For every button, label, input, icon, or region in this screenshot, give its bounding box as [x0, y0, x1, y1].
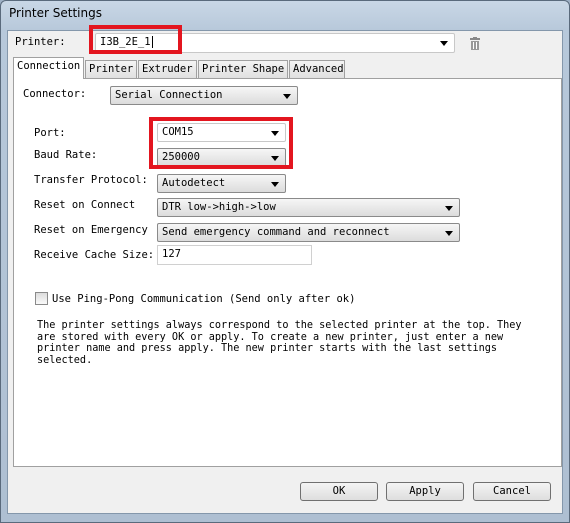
cancel-button[interactable]: Cancel — [473, 482, 551, 501]
tab-extruder[interactable]: Extruder — [138, 60, 197, 78]
connector-value: Serial Connection — [115, 89, 223, 101]
transfer-protocol-value: Autodetect — [162, 177, 226, 189]
receive-cache-size-input[interactable]: 127 — [157, 245, 312, 265]
printer-label: Printer: — [15, 36, 66, 48]
reset-on-connect-select[interactable]: DTR low->high->low — [157, 198, 460, 217]
connector-label: Connector: — [23, 88, 87, 100]
reset-on-emergency-label: Reset on Emergency — [34, 224, 148, 236]
port-value: COM15 — [162, 126, 194, 138]
chevron-down-icon — [271, 131, 279, 136]
help-text: The printer settings always correspond t… — [37, 320, 522, 367]
tab-advanced[interactable]: Advanced — [289, 60, 345, 78]
port-label: Port: — [34, 127, 66, 139]
transfer-protocol-select[interactable]: Autodetect — [157, 174, 286, 193]
printer-select[interactable]: I3B_2E_1 — [95, 33, 455, 53]
ping-pong-checkbox[interactable] — [35, 292, 48, 305]
chevron-down-icon — [283, 94, 291, 99]
chevron-down-icon — [440, 41, 448, 46]
baud-rate-value: 250000 — [162, 151, 200, 163]
ok-button[interactable]: OK — [300, 482, 378, 501]
window-title: Printer Settings — [9, 6, 102, 20]
port-select[interactable]: COM15 — [157, 123, 286, 142]
chevron-down-icon — [271, 156, 279, 161]
receive-cache-size-label: Receive Cache Size: — [34, 249, 155, 261]
reset-on-connect-value: DTR low->high->low — [162, 201, 276, 213]
chevron-down-icon — [445, 206, 453, 211]
tab-connection[interactable]: Connection — [13, 57, 84, 79]
baud-rate-select[interactable]: 250000 — [157, 148, 286, 167]
printer-value: I3B_2E_1 — [100, 36, 151, 48]
connector-select[interactable]: Serial Connection — [110, 86, 298, 105]
apply-button[interactable]: Apply — [386, 482, 464, 501]
tab-printer-shape[interactable]: Printer Shape — [198, 60, 288, 78]
ping-pong-label: Use Ping-Pong Communication (Send only a… — [52, 293, 356, 305]
chevron-down-icon — [445, 231, 453, 236]
transfer-protocol-label: Transfer Protocol: — [34, 174, 148, 186]
connection-panel — [13, 78, 562, 467]
tab-printer[interactable]: Printer — [85, 60, 137, 78]
chevron-down-icon — [271, 182, 279, 187]
trash-icon[interactable] — [470, 37, 480, 50]
reset-on-emergency-value: Send emergency command and reconnect — [162, 226, 390, 238]
baud-rate-label: Baud Rate: — [34, 149, 98, 161]
reset-on-connect-label: Reset on Connect — [34, 199, 136, 211]
reset-on-emergency-select[interactable]: Send emergency command and reconnect — [157, 223, 460, 242]
